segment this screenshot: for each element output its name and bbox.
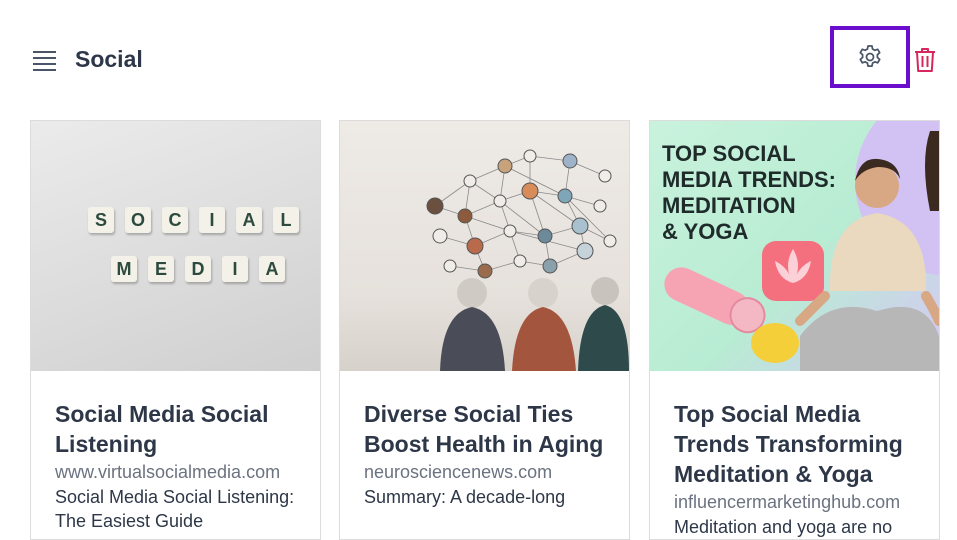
- image-headline: TOP SOCIAL MEDIA TRENDS: MEDITATION & YO…: [662, 141, 836, 245]
- letter-tiles-row: S O C I A L: [88, 207, 310, 233]
- card-body: Top Social Media Trends Transforming Med…: [674, 399, 924, 539]
- headline-line: & YOGA: [662, 219, 749, 244]
- bookmark-card[interactable]: Diverse Social Ties Boost Health in Agin…: [339, 120, 630, 540]
- letter-tile: A: [259, 256, 285, 282]
- headline-line: MEDIA TRENDS:: [662, 167, 836, 192]
- app-header: Social: [0, 0, 957, 110]
- letter-tile: C: [162, 207, 188, 233]
- card-image: S O C I A L M E D I A: [31, 121, 320, 371]
- card-description: Social Media Social Listening: The Easie…: [55, 487, 295, 531]
- headline-line: MEDITATION: [662, 193, 796, 218]
- letter-tile: O: [125, 207, 151, 233]
- card-body: Social Media Social Listening www.virtua…: [55, 399, 305, 533]
- card-domain: www.virtualsocialmedia.com: [55, 462, 281, 482]
- settings-button[interactable]: [830, 26, 910, 88]
- card-image: TOP SOCIAL MEDIA TRENDS: MEDITATION & YO…: [650, 121, 939, 371]
- card-image: [340, 121, 629, 371]
- letter-tile: D: [185, 256, 211, 282]
- letter-tile: I: [222, 256, 248, 282]
- letter-tile: S: [88, 207, 114, 233]
- hamburger-line: [33, 57, 56, 59]
- bookmark-card[interactable]: S O C I A L M E D I A Social Media Socia…: [30, 120, 321, 540]
- card-description: Summary: A decade-long: [364, 487, 566, 507]
- hamburger-line: [33, 63, 56, 65]
- card-body: Diverse Social Ties Boost Health in Agin…: [364, 399, 614, 509]
- card-title: Diverse Social Ties Boost Health in Agin…: [364, 401, 604, 457]
- card-description: Meditation and yoga are no: [674, 517, 893, 537]
- letter-tile: L: [273, 207, 299, 233]
- letter-tile: M: [111, 256, 137, 282]
- trash-icon: [915, 48, 935, 72]
- page-title: Social: [75, 46, 143, 72]
- letter-tile: I: [199, 207, 225, 233]
- card-domain: neurosciencenews.com: [364, 462, 553, 482]
- card-title: Social Media Social Listening: [55, 401, 269, 457]
- bookmark-card[interactable]: TOP SOCIAL MEDIA TRENDS: MEDITATION & YO…: [649, 120, 940, 540]
- headline-line: TOP SOCIAL: [662, 141, 796, 166]
- letter-tile: A: [236, 207, 262, 233]
- letter-tiles-row: M E D I A: [111, 256, 296, 282]
- hamburger-menu-icon: [33, 51, 56, 53]
- delete-button[interactable]: [912, 45, 938, 75]
- card-domain: influencermarketinghub.com: [674, 492, 901, 512]
- menu-button[interactable]: [33, 50, 57, 72]
- letter-tile: E: [148, 256, 174, 282]
- gear-icon: [859, 45, 881, 67]
- hamburger-line: [33, 69, 56, 71]
- network-illustration: [426, 149, 629, 371]
- card-title: Top Social Media Trends Transforming Med…: [674, 401, 903, 487]
